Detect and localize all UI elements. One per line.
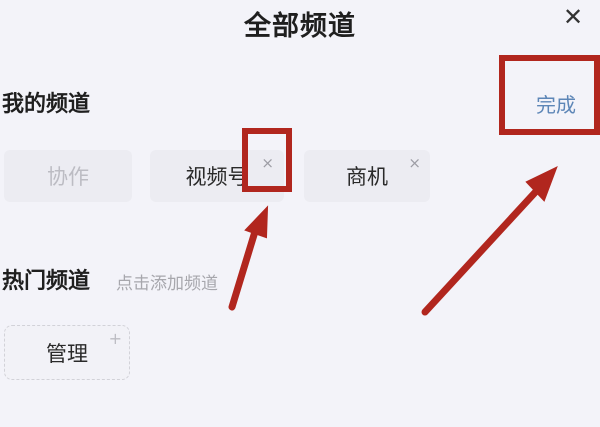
arrow-to-done-button	[421, 166, 558, 316]
channel-chip-label: 管理	[46, 341, 88, 366]
close-icon[interactable]: ✕	[558, 2, 588, 32]
channel-chip-label: 商机	[346, 165, 388, 189]
hot-channels-title: 热门频道	[2, 269, 91, 294]
channel-chip-business[interactable]: 商机 ×	[304, 150, 430, 202]
channel-chip-collab: 协作	[4, 150, 132, 202]
highlight-box-remove	[242, 128, 292, 192]
hot-channels-hint: 点击添加频道	[116, 274, 218, 294]
highlight-box-done	[499, 55, 600, 135]
channel-chip-label: 协作	[47, 165, 89, 189]
page-title: 全部频道	[244, 11, 356, 42]
remove-icon[interactable]: ×	[408, 156, 421, 171]
hot-channel-chip-manage[interactable]: 管理 +	[4, 325, 130, 380]
plus-icon: +	[108, 329, 122, 348]
arrow-to-remove-icon	[228, 205, 269, 311]
channel-chip-label: 视频号	[185, 165, 249, 189]
my-channels-title: 我的频道	[2, 92, 91, 117]
